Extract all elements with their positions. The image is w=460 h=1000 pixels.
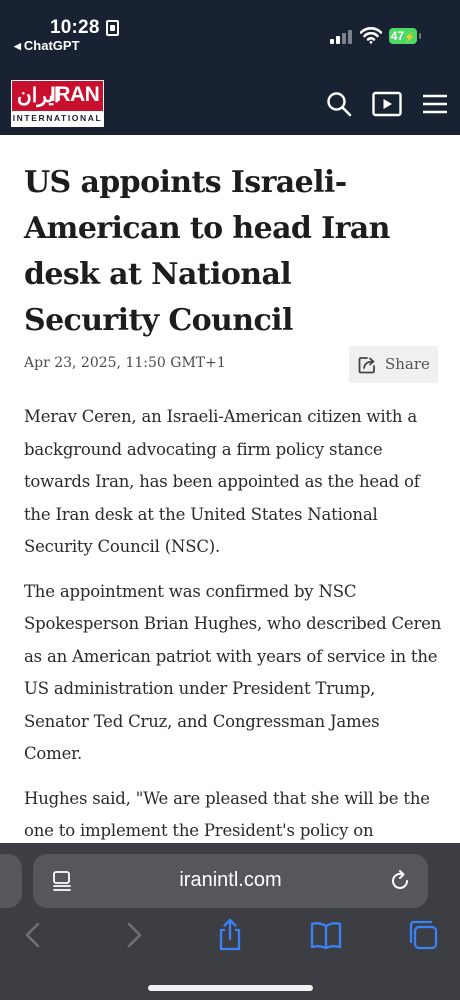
back-to-app-link[interactable]: ◀ ChatGPT xyxy=(14,38,80,53)
back-icon[interactable] xyxy=(17,918,51,952)
signal-icon xyxy=(330,28,352,44)
reload-icon[interactable] xyxy=(388,869,412,893)
status-time: 10:28 xyxy=(50,17,100,38)
article-body: Merav Ceren, an Israeli-American citizen… xyxy=(24,401,442,860)
logo-red-band: ایران IRAN xyxy=(12,81,103,111)
article-paragraph: Hughes said, "We are pleased that she wi… xyxy=(24,788,430,841)
share-icon[interactable] xyxy=(213,918,247,952)
back-triangle-icon: ◀ xyxy=(14,41,21,51)
lock-icon xyxy=(106,20,119,36)
search-icon[interactable] xyxy=(326,91,352,117)
logo-english-text: IRAN xyxy=(50,83,100,106)
address-bar[interactable]: iranintl.com xyxy=(33,854,428,908)
home-indicator[interactable] xyxy=(148,985,313,991)
article-headline: US appoints Israeli-American to head Ira… xyxy=(24,165,390,338)
share-arrow-icon xyxy=(358,357,375,374)
site-header: 10:28 ◀ ChatGPT 47⚡ ایران IRAN INTERNATIO… xyxy=(0,0,460,135)
share-label: Share xyxy=(385,355,430,373)
logo-subtitle: INTERNATIONAL xyxy=(12,111,103,126)
site-logo[interactable]: ایران IRAN INTERNATIONAL xyxy=(11,80,104,127)
article-paragraph: The appointment was confirmed by NSC Spo… xyxy=(24,581,442,764)
share-button[interactable]: Share xyxy=(349,346,438,383)
menu-icon[interactable] xyxy=(422,93,448,115)
battery-level: 47 xyxy=(390,29,405,43)
article-paragraph: Merav Ceren, an Israeli-American citizen… xyxy=(24,407,420,556)
article-date: Apr 23, 2025, 11:50 GMT+1 xyxy=(24,355,226,371)
forward-icon[interactable] xyxy=(116,918,150,952)
wifi-icon xyxy=(360,27,382,44)
tabs-icon[interactable] xyxy=(406,918,440,952)
back-app-label: ChatGPT xyxy=(23,38,80,53)
bookmarks-icon[interactable] xyxy=(309,918,343,952)
url-text: iranintl.com xyxy=(179,869,282,891)
previous-tab-peek[interactable] xyxy=(0,854,22,908)
video-icon[interactable] xyxy=(372,91,402,117)
battery-icon: 47⚡ xyxy=(389,28,421,44)
